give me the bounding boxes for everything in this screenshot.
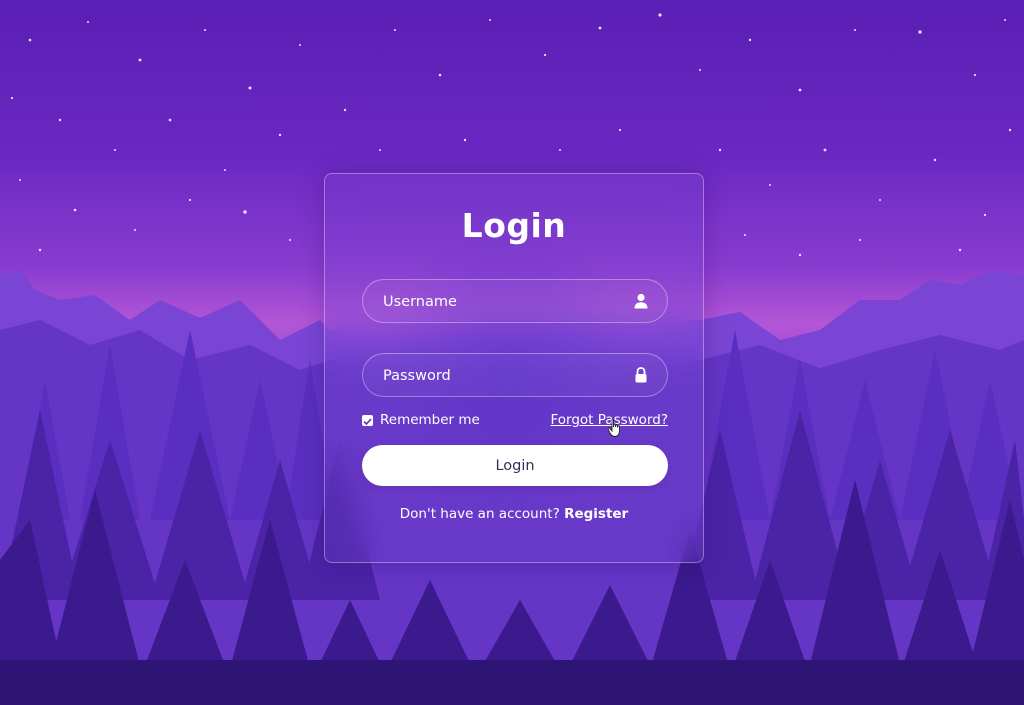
register-prompt: Don't have an account? Register: [325, 506, 703, 522]
checkmark-icon: [363, 417, 372, 425]
register-link[interactable]: Register: [564, 506, 628, 522]
ground: [0, 660, 1024, 705]
remember-me-checkbox[interactable]: [362, 414, 373, 426]
user-icon: [634, 293, 648, 309]
login-page-background: Login Remember me: [0, 0, 1024, 705]
remember-me-option[interactable]: Remember me: [362, 412, 480, 428]
username-field[interactable]: [362, 279, 668, 324]
password-input[interactable]: [381, 354, 625, 398]
login-title: Login: [461, 206, 567, 245]
password-field[interactable]: [362, 353, 668, 398]
login-card: Login Remember me: [324, 173, 704, 563]
remember-me-label: Remember me: [380, 412, 480, 428]
hand-cursor-icon: [607, 418, 620, 437]
lock-icon: [635, 367, 647, 383]
login-button[interactable]: Login: [362, 445, 668, 486]
username-input[interactable]: [381, 280, 625, 324]
register-prompt-text: Don't have an account?: [399, 506, 560, 522]
